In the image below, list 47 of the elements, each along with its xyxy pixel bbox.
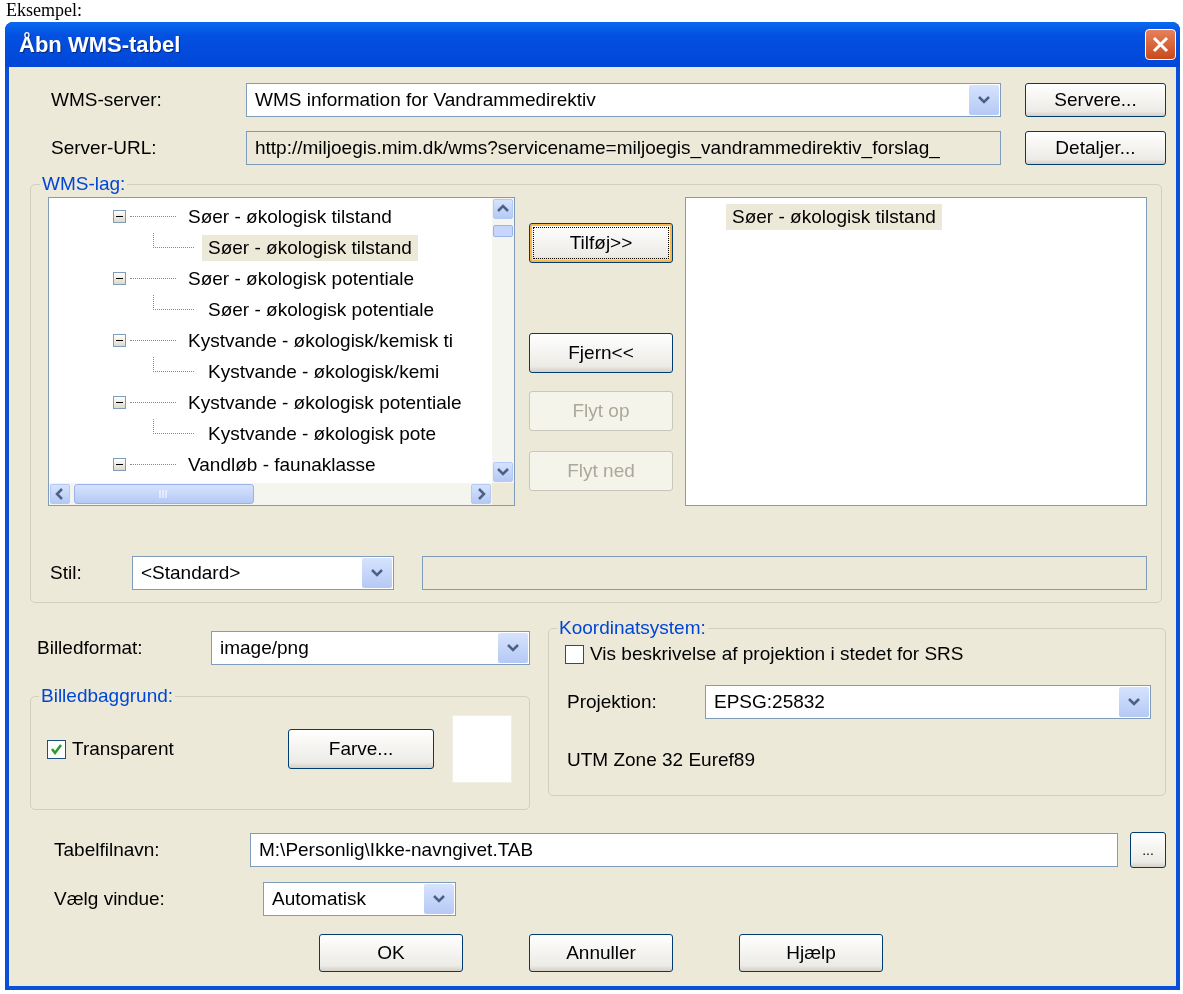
selected-layers-list[interactable]: Søer - økologisk tilstand	[685, 197, 1147, 506]
dialog-button[interactable]: Hjælp	[739, 934, 883, 972]
tree-item[interactable]: Søer - økologisk potentiale	[202, 296, 440, 323]
checkbox-label: Transparent	[72, 738, 174, 759]
tree-item[interactable]: Søer - økologisk tilstand	[182, 203, 398, 230]
field-label: Server-URL:	[51, 137, 157, 158]
style-dropdown[interactable]: <Standard>	[132, 556, 395, 590]
color-button[interactable]: Farve...	[288, 729, 434, 769]
group-title: Koordinatsystem:	[558, 617, 707, 639]
browse-button[interactable]: ...	[1130, 832, 1166, 868]
window-title: Åbn WMS-tabel	[19, 31, 181, 58]
table-filename-field[interactable]: M:\Personlig\Ikke-navngivet.TAB	[250, 833, 1118, 867]
group-title: WMS-lag:	[41, 173, 127, 195]
dropdown-value: EPSG:25832	[714, 691, 825, 713]
tree-item[interactable]: Kystvande - økologisk potentiale	[182, 389, 468, 416]
projection-description: UTM Zone 32 Euref89	[567, 749, 755, 770]
dialog-button[interactable]: OK	[319, 934, 463, 972]
tree-item[interactable]: Søer - økologisk tilstand	[202, 234, 418, 261]
details-button[interactable]: Detaljer...	[1025, 131, 1166, 165]
format-dropdown[interactable]: image/png	[211, 631, 530, 665]
list-item[interactable]: Søer - økologisk tilstand	[726, 204, 942, 230]
url-field[interactable]: http://miljoegis.mim.dk/wms?servicename=miljoegis_vandrammedirektiv_forslag_	[246, 131, 1001, 165]
tree-item[interactable]: Kystvande - økologisk/kemisk ti	[182, 327, 460, 354]
server-dropdown[interactable]: WMS information for Vandrammedirektiv	[246, 83, 1001, 117]
dropdown-value: image/png	[220, 637, 309, 659]
field-label: Vælg vindue:	[54, 888, 165, 909]
layer-action-button[interactable]: Fjern<<	[529, 333, 673, 373]
servers-button[interactable]: Servere...	[1025, 83, 1166, 117]
dropdown-value: WMS information for Vandrammedirektiv	[255, 89, 596, 111]
tree-item[interactable]: Kystvande - økologisk/kemi	[202, 358, 446, 385]
field-label: Tabelfilnavn:	[54, 839, 160, 860]
checkbox-label: Vis beskrivelse af projektion i stedet for SRS	[590, 643, 964, 665]
dropdown-value: <Standard>	[141, 562, 241, 584]
dialog-button[interactable]: Annuller	[529, 934, 673, 972]
caption: Eksempel:	[5, 0, 83, 22]
field-label: WMS-server:	[51, 89, 162, 110]
projection-dropdown[interactable]: EPSG:25832	[705, 685, 1151, 719]
group-title: Billedbaggrund:	[40, 685, 175, 707]
field-label: Stil:	[50, 562, 82, 583]
field-label: Billedformat:	[37, 637, 143, 658]
field-label: Projektion:	[567, 691, 657, 712]
dropdown-value: Automatisk	[272, 888, 366, 910]
layer-action-button[interactable]: Tilføj>>	[529, 223, 673, 263]
window-dropdown[interactable]: Automatisk	[263, 882, 456, 916]
tree-item[interactable]: Søer - økologisk potentiale	[182, 265, 420, 292]
tree-item[interactable]: Kystvande - økologisk pote	[202, 420, 443, 447]
tree-item[interactable]: Vandløb - faunaklasse	[182, 451, 382, 478]
